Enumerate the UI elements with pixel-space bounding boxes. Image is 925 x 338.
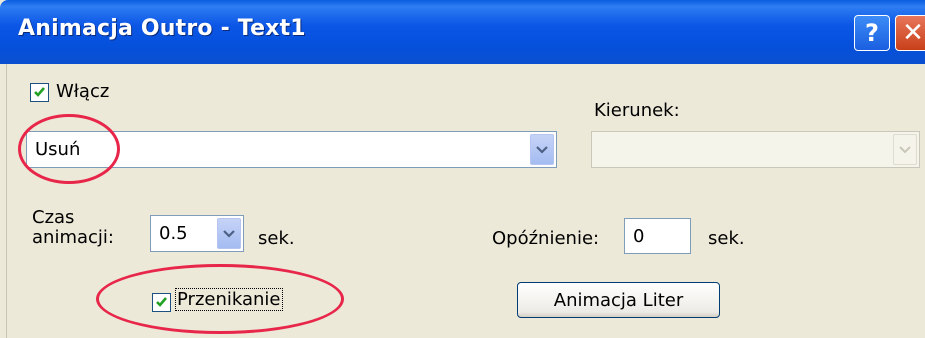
delay-label: Opóźnienie:	[492, 228, 600, 249]
duration-select-value: 0.5	[159, 223, 188, 244]
chevron-down-icon	[536, 145, 548, 154]
title-bar[interactable]: Animacja Outro - Text1 ? ✕	[0, 0, 925, 64]
enable-checkbox[interactable]	[30, 83, 49, 102]
check-icon	[34, 87, 45, 97]
dialog-client-area	[6, 64, 925, 338]
close-icon: ✕	[902, 18, 924, 48]
duration-unit: sek.	[258, 228, 295, 249]
fade-label: Przenikanie	[175, 288, 283, 311]
duration-select[interactable]: 0.5	[150, 215, 244, 252]
fade-checkbox[interactable]	[152, 293, 171, 312]
check-icon	[156, 297, 167, 307]
duration-label: Czas animacji:	[32, 208, 114, 248]
letter-animation-button[interactable]: Animacja Liter	[517, 282, 720, 318]
delay-input[interactable]: 0	[624, 218, 691, 254]
letter-animation-button-label: Animacja Liter	[553, 289, 684, 311]
direction-dropdown-button[interactable]	[893, 134, 917, 165]
chevron-down-icon	[223, 229, 235, 238]
duration-dropdown-button[interactable]	[217, 218, 241, 249]
delay-unit: sek.	[708, 228, 745, 249]
duration-label-line1: Czas	[32, 207, 75, 228]
direction-label: Kierunek:	[594, 100, 680, 121]
dialog-window: Animacja Outro - Text1 ? ✕ Włącz Kierune…	[0, 0, 925, 338]
delay-input-value: 0	[633, 226, 645, 247]
close-button[interactable]: ✕	[895, 15, 925, 51]
help-icon: ?	[865, 19, 879, 47]
enable-label: Włącz	[56, 81, 110, 102]
duration-label-line2: animacji:	[32, 227, 114, 248]
effect-dropdown-button[interactable]	[530, 134, 554, 165]
direction-select[interactable]	[591, 131, 920, 168]
effect-select-value: Usuń	[35, 139, 81, 160]
window-title: Animacja Outro - Text1	[18, 16, 306, 41]
chevron-down-icon	[899, 145, 911, 153]
effect-select[interactable]: Usuń	[26, 131, 557, 168]
help-button[interactable]: ?	[854, 15, 890, 51]
